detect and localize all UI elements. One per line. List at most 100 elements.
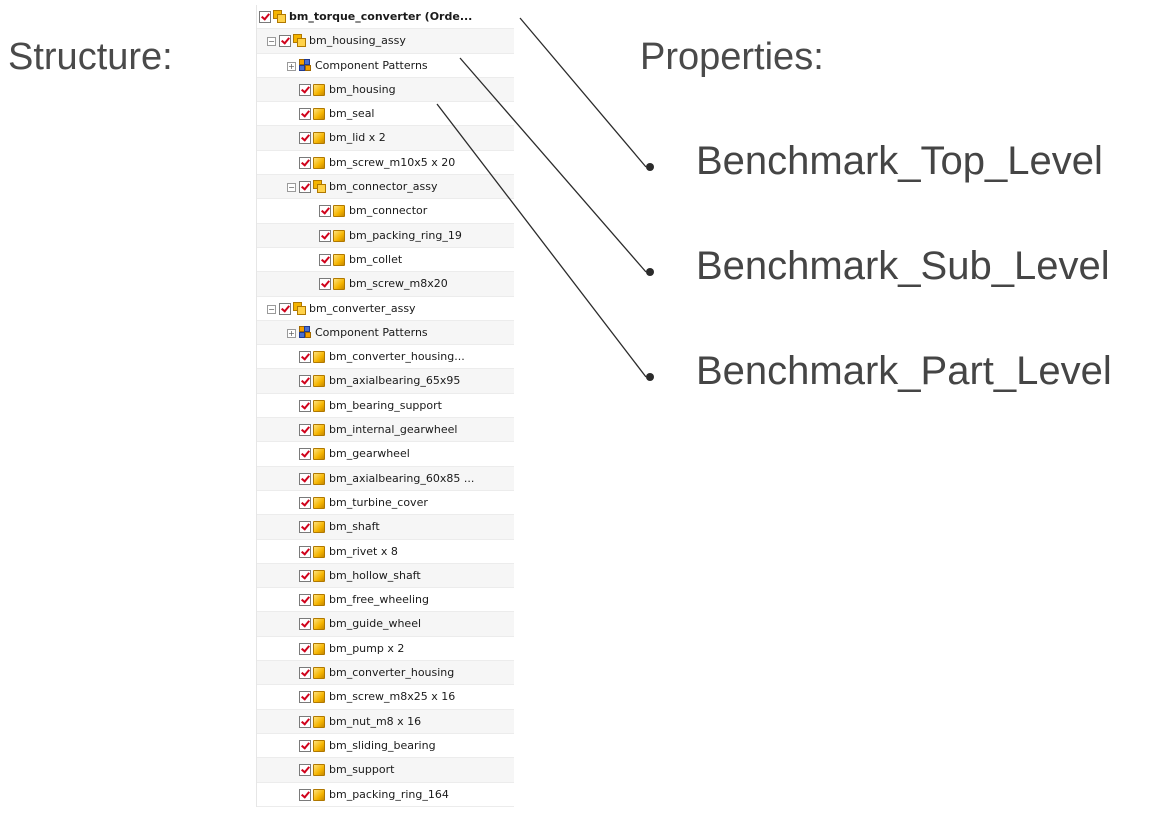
tree-row-label: bm_nut_m8 x 16 — [329, 714, 422, 728]
tree-row-label: bm_screw_m10x5 x 20 — [329, 155, 456, 169]
tree-row[interactable]: bm_torque_converter (Orde... — [257, 5, 514, 30]
visibility-checkbox[interactable] — [299, 642, 311, 655]
tree-row-label: bm_collet — [349, 252, 403, 266]
tree-row[interactable]: bm_axialbearing_65x95 — [257, 369, 514, 394]
tree-row-label: bm_free_wheeling — [329, 593, 429, 607]
visibility-checkbox[interactable] — [299, 715, 311, 728]
tree-row[interactable]: + Component Patterns — [257, 320, 514, 346]
tree-row[interactable]: bm_shaft — [257, 515, 514, 540]
visibility-checkbox[interactable] — [259, 11, 271, 23]
tree-row[interactable]: bm_converter_housing... — [257, 345, 514, 370]
visibility-checkbox[interactable] — [299, 788, 311, 801]
tree-row[interactable]: bm_converter_housing — [257, 661, 514, 686]
part-icon — [313, 691, 325, 704]
visibility-checkbox[interactable] — [299, 156, 311, 169]
tree-row[interactable]: + Component Patterns — [257, 53, 514, 78]
visibility-checkbox[interactable] — [299, 764, 311, 777]
visibility-checkbox[interactable] — [299, 132, 311, 145]
tree-row-label: bm_housing — [329, 82, 396, 96]
tree-row-label: bm_axialbearing_65x95 — [329, 374, 461, 388]
tree-row-label: Component Patterns — [315, 325, 428, 339]
part-icon — [313, 764, 325, 777]
visibility-checkbox[interactable] — [299, 399, 311, 412]
tree-row[interactable]: bm_connector — [257, 199, 514, 224]
tree-row[interactable]: bm_screw_m8x20 — [257, 272, 514, 297]
tree-row[interactable]: bm_hollow_shaft — [257, 563, 514, 589]
visibility-checkbox[interactable] — [299, 472, 311, 485]
tree-row[interactable]: bm_sliding_bearing — [257, 733, 514, 759]
tree-row[interactable]: bm_packing_ring_19 — [257, 223, 514, 248]
part-icon — [333, 253, 345, 266]
visibility-checkbox[interactable] — [299, 691, 311, 704]
part-icon — [313, 618, 325, 631]
visibility-checkbox[interactable] — [319, 278, 331, 291]
tree-row[interactable]: bm_support — [257, 758, 514, 783]
visibility-checkbox[interactable] — [299, 545, 311, 558]
part-icon — [313, 132, 325, 145]
tree-row-label: bm_shaft — [329, 520, 380, 534]
tree-row[interactable]: − bm_connector_assy — [257, 175, 514, 200]
visibility-checkbox[interactable] — [279, 302, 291, 315]
tree-row[interactable]: bm_screw_m8x25 x 16 — [257, 685, 514, 710]
assembly-icon — [273, 10, 286, 23]
tree-row[interactable]: bm_rivet x 8 — [257, 539, 514, 564]
part-icon — [313, 594, 325, 607]
tree-row-label: bm_pump x 2 — [329, 641, 405, 655]
assembly-tree: bm_torque_converter (Orde... − bm_housing_… — [256, 5, 514, 807]
visibility-checkbox[interactable] — [299, 569, 311, 582]
tree-row[interactable]: bm_lid x 2 — [257, 126, 514, 151]
visibility-checkbox[interactable] — [299, 375, 311, 388]
assembly-icon — [293, 34, 306, 48]
part-icon — [313, 156, 325, 169]
tree-row[interactable]: bm_guide_wheel — [257, 612, 514, 637]
collapse-icon[interactable]: − — [267, 37, 276, 47]
tree-row[interactable]: − bm_converter_assy — [257, 296, 514, 321]
tree-row[interactable]: bm_screw_m10x5 x 20 — [257, 150, 514, 176]
visibility-checkbox[interactable] — [299, 424, 311, 437]
tree-row[interactable]: bm_nut_m8 x 16 — [257, 709, 514, 734]
tree-row[interactable]: bm_axialbearing_60x85 ... — [257, 466, 514, 491]
tree-row[interactable]: bm_turbine_cover — [257, 490, 514, 516]
visibility-checkbox[interactable] — [319, 253, 331, 266]
visibility-checkbox[interactable] — [299, 594, 311, 607]
visibility-checkbox[interactable] — [299, 521, 311, 534]
tree-row[interactable]: bm_collet — [257, 247, 514, 273]
tree-row[interactable]: bm_housing — [257, 77, 514, 103]
visibility-checkbox[interactable] — [299, 496, 311, 509]
visibility-checkbox[interactable] — [299, 351, 311, 364]
bullet-icon — [646, 163, 654, 171]
tree-row[interactable]: bm_internal_gearwheel — [257, 418, 514, 443]
visibility-checkbox[interactable] — [299, 618, 311, 631]
part-icon — [313, 496, 325, 509]
tree-row-label: bm_sliding_bearing — [329, 738, 436, 752]
tree-row[interactable]: bm_free_wheeling — [257, 588, 514, 613]
part-icon — [333, 278, 345, 291]
tree-row[interactable]: bm_gearwheel — [257, 442, 514, 467]
visibility-checkbox[interactable] — [279, 35, 291, 48]
collapse-icon[interactable]: − — [287, 183, 296, 193]
visibility-checkbox[interactable] — [299, 667, 311, 680]
visibility-checkbox[interactable] — [299, 448, 311, 461]
tree-row[interactable]: − bm_housing_assy — [257, 29, 514, 54]
tree-row[interactable]: bm_packing_ring_164 — [257, 782, 514, 807]
collapse-icon[interactable]: − — [267, 304, 276, 314]
tree-row-label: bm_screw_m8x20 — [349, 277, 448, 291]
tree-row-label: bm_internal_gearwheel — [329, 423, 458, 437]
part-icon — [313, 351, 325, 364]
tree-row[interactable]: bm_bearing_support — [257, 393, 514, 419]
part-icon — [313, 642, 325, 655]
tree-row-label: bm_connector_assy — [329, 180, 438, 194]
visibility-checkbox[interactable] — [319, 229, 331, 242]
tree-row-label: bm_packing_ring_19 — [349, 228, 462, 242]
tree-row[interactable]: bm_seal — [257, 102, 514, 127]
visibility-checkbox[interactable] — [299, 108, 311, 121]
tree-row[interactable]: bm_pump x 2 — [257, 636, 514, 662]
expand-icon[interactable]: + — [287, 61, 296, 71]
visibility-checkbox[interactable] — [299, 739, 311, 752]
connector-line — [519, 17, 647, 168]
visibility-checkbox[interactable] — [319, 205, 331, 218]
expand-icon[interactable]: + — [287, 328, 296, 338]
visibility-checkbox[interactable] — [299, 83, 311, 96]
visibility-checkbox[interactable] — [299, 181, 311, 194]
part-icon — [313, 739, 325, 752]
